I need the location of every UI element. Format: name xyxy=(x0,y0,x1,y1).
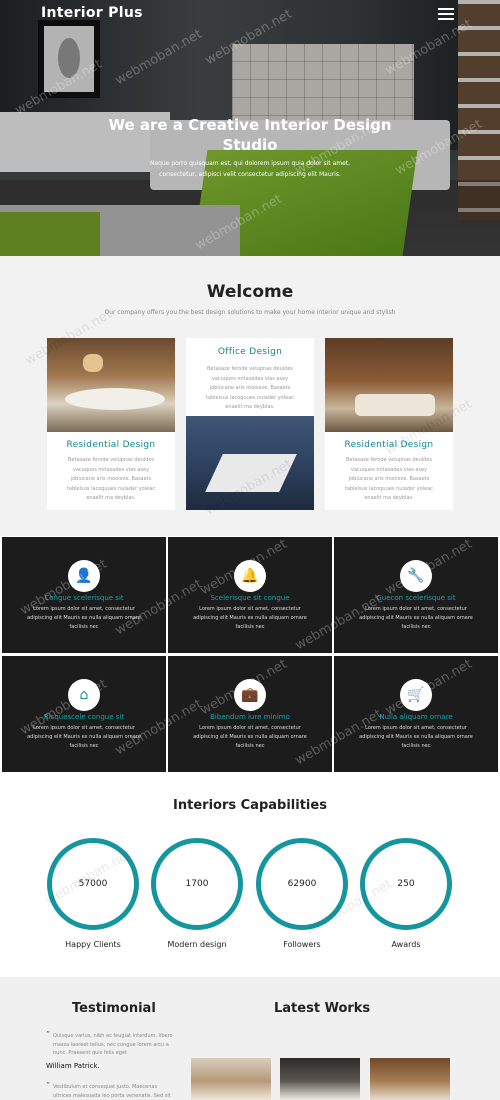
service-tile[interactable]: 💼 Bibendum iure minimo Lorem ipsum dolor… xyxy=(168,656,332,772)
service-title: Risquescele congue sit xyxy=(43,713,125,721)
person-icon: 👤 xyxy=(68,560,100,592)
service-card[interactable]: Residential Design Betasaze ferode velup… xyxy=(47,338,175,510)
counter-circle: 1700 xyxy=(151,838,243,930)
service-title: Bibendum iure minimo xyxy=(210,713,290,721)
service-title: Scelerisque sit congue xyxy=(210,594,290,602)
cart-icon: 🛒 xyxy=(400,679,432,711)
counter-label: Happy Clients xyxy=(65,940,121,949)
service-title: Nulla aliquam ornare xyxy=(379,713,453,721)
work-thumbnail[interactable] xyxy=(370,1058,450,1100)
service-tile[interactable]: 🛒 Nulla aliquam ornare Lorem ipsum dolor… xyxy=(334,656,498,772)
work-thumbnail[interactable] xyxy=(280,1058,360,1100)
service-tile[interactable]: ⌂ Risquescele congue sit Lorem ipsum dol… xyxy=(2,656,166,772)
testimonial-title: Testimonial xyxy=(72,1001,156,1016)
service-tile[interactable]: 🔔 Scelerisque sit congue Lorem ipsum dol… xyxy=(168,537,332,653)
card-text: Betasaze ferode velupnas deuldes vacuque… xyxy=(344,457,434,501)
bell-icon: 🔔 xyxy=(234,560,266,592)
service-text: Lorem ipsum dolor sit amet, consectetur … xyxy=(193,606,307,630)
card-title: Residential Design xyxy=(344,440,434,450)
quote-icon: ” xyxy=(46,1081,51,1090)
home-icon: ⌂ xyxy=(68,679,100,711)
service-title: Guecon scelerisque sit xyxy=(376,594,456,602)
service-text: Lorem ipsum dolor sit amet, consectetur … xyxy=(27,606,141,630)
hero-title: We are a Creative Interior Design Studio xyxy=(108,116,392,154)
testimonial-quote: Quisque varius, nibh ac feugiat interdum… xyxy=(53,1033,173,1056)
hero-subtitle: Neque porro quisquam est, qui dolorem ip… xyxy=(149,160,351,178)
work-thumbnail[interactable] xyxy=(191,1058,271,1100)
hamburger-icon[interactable] xyxy=(438,8,454,20)
card-text: Betasaze ferode velupnas deuldes vacuque… xyxy=(66,457,156,501)
office-image xyxy=(186,416,314,510)
service-text: Lorem ipsum dolor sit amet, consectetur … xyxy=(359,606,473,630)
capabilities-title: Interiors Capabilities xyxy=(173,798,327,813)
briefcase-icon: 💼 xyxy=(234,679,266,711)
card-title: Office Design xyxy=(217,347,283,357)
service-text: Lorem ipsum dolor sit amet, consectetur … xyxy=(193,725,307,749)
brand-logo[interactable]: Interior Plus xyxy=(41,5,143,21)
counter-label: Modern design xyxy=(167,940,227,949)
service-text: Lorem ipsum dolor sit amet, consectetur … xyxy=(359,725,473,749)
testimonial-quote: Vestibulum et consequat justo. Maecenas … xyxy=(53,1084,171,1099)
service-text: Lorem ipsum dolor sit amet, consectetur … xyxy=(27,725,141,749)
quote-icon: ” xyxy=(46,1030,51,1039)
service-card[interactable]: Residential Design Betasaze ferode velup… xyxy=(325,338,453,510)
counter-label: Awards xyxy=(391,940,421,949)
welcome-subtitle: Our company offers you the best design s… xyxy=(104,309,396,316)
testimonial-author: William Patrick. xyxy=(46,1062,100,1070)
residential-image xyxy=(47,338,175,432)
service-tile[interactable]: 👤 Congue scelerisque sit Lorem ipsum dol… xyxy=(2,537,166,653)
lounge-image xyxy=(325,338,453,432)
service-title: Congue scelerisque sit xyxy=(44,594,124,602)
card-text: Betasaze ferode velupnas deuldes vacuque… xyxy=(205,366,295,410)
service-card[interactable]: Office Design Betasaze ferode velupnas d… xyxy=(186,338,314,510)
service-tile[interactable]: 🔧 Guecon scelerisque sit Lorem ipsum dol… xyxy=(334,537,498,653)
welcome-title: Welcome xyxy=(206,282,294,302)
counter-circle: 62900 xyxy=(256,838,348,930)
hero-banner: Interior Plus We are a Creative Interior… xyxy=(0,0,500,256)
welcome-section: Welcome Our company offers you the best … xyxy=(0,256,500,536)
counter-label: Followers xyxy=(283,940,321,949)
wrench-icon: 🔧 xyxy=(400,560,432,592)
card-title: Residential Design xyxy=(66,440,156,450)
counter-circle: 57000 xyxy=(47,838,139,930)
counter-circle: 250 xyxy=(360,838,452,930)
latest-works-title: Latest Works xyxy=(274,1001,371,1016)
